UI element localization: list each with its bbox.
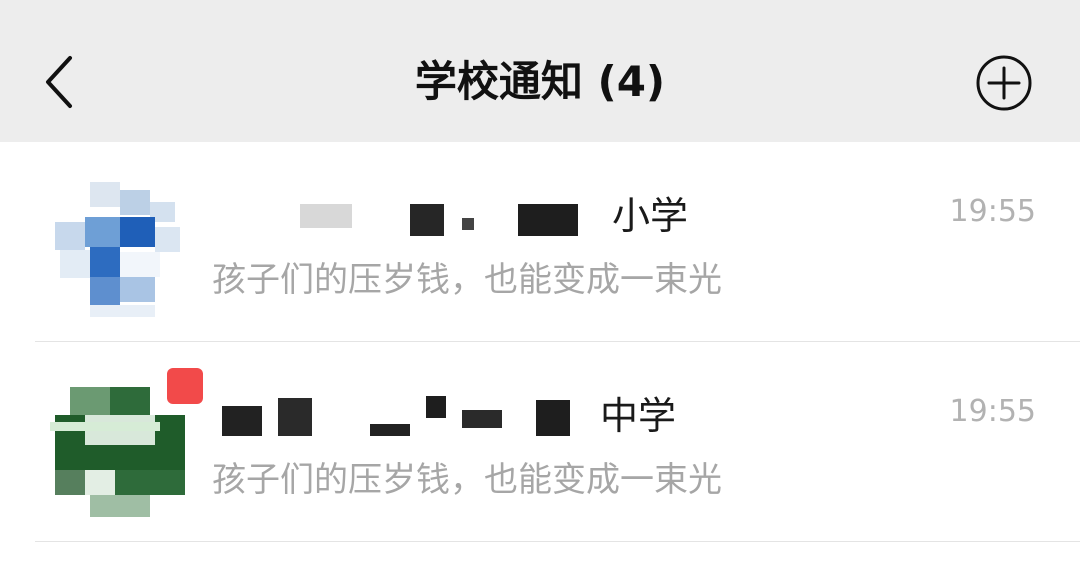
add-button[interactable] — [975, 54, 1033, 112]
conversation-name: 小学 — [212, 190, 912, 242]
conversation-row[interactable]: 中学 19:55 孩子们的压岁钱，也能变成一束光 — [0, 342, 1080, 542]
redacted-name-block — [410, 204, 444, 236]
conversation-name: 中学 — [212, 390, 912, 442]
redacted-name-block — [222, 406, 262, 436]
message-preview: 孩子们的压岁钱，也能变成一束光 — [212, 260, 722, 300]
row-divider — [35, 541, 1080, 542]
redacted-name-block — [370, 424, 410, 436]
message-preview: 孩子们的压岁钱，也能变成一束光 — [212, 460, 722, 500]
page-title: 学校通知 (4) — [414, 57, 666, 106]
redacted-name-block — [536, 400, 570, 436]
redacted-name-block — [518, 204, 578, 236]
redacted-name-block — [278, 398, 312, 436]
avatar — [50, 422, 160, 431]
redacted-name-block — [462, 218, 474, 230]
nav-bar: 学校通知 (4) — [0, 0, 1080, 142]
avatar — [50, 382, 188, 517]
conversation-name-suffix: 小学 — [612, 194, 689, 238]
redacted-name-block — [300, 204, 352, 228]
redacted-name-block — [426, 396, 446, 418]
plus-circle-icon — [976, 55, 1032, 111]
redacted-name-block — [462, 410, 502, 428]
conversation-row[interactable]: 小学 19:55 孩子们的压岁钱，也能变成一束光 — [0, 142, 1080, 342]
conversation-name-suffix: 中学 — [600, 394, 677, 438]
conversation-time: 19:55 — [949, 394, 1036, 429]
conversation-time: 19:55 — [949, 194, 1036, 229]
unread-badge — [167, 368, 203, 404]
avatar — [50, 182, 188, 317]
